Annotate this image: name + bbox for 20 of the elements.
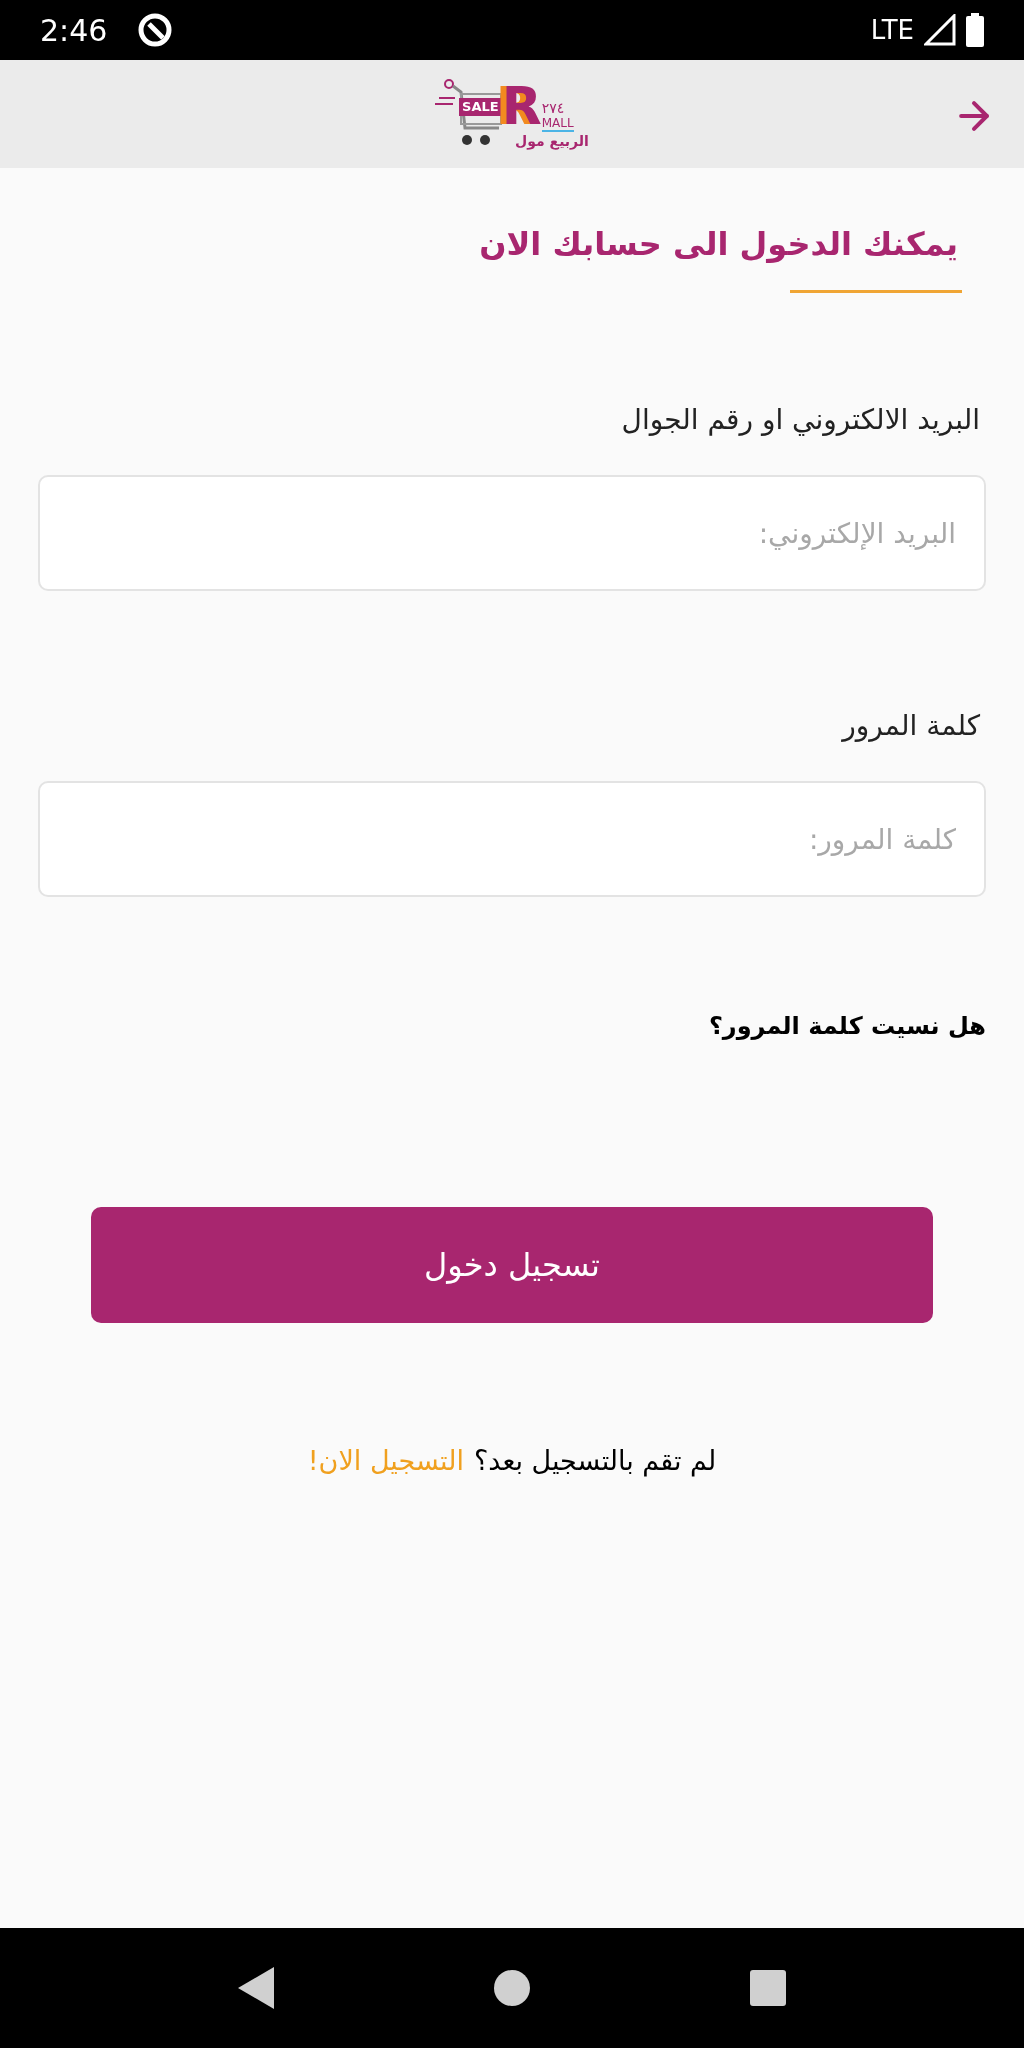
home-icon[interactable] xyxy=(494,1970,530,2006)
password-field[interactable]: كلمة المرور: xyxy=(38,781,986,897)
status-time: 2:46 xyxy=(40,11,108,50)
page-title: يمكنك الدخول الى حسابك الان xyxy=(478,224,959,265)
signal-icon xyxy=(924,14,956,46)
network-label: LTE xyxy=(870,13,914,47)
logo-sale-text: SALE xyxy=(459,98,502,116)
field-label: كلمة المرور xyxy=(840,708,980,744)
logo-mall-text: MALL xyxy=(541,116,574,132)
signup-prompt: لم تقم بالتسجيل بعد؟ xyxy=(473,1444,717,1479)
logo-digits: ٢٧٤ xyxy=(541,100,565,116)
login-button[interactable]: تسجيل دخول xyxy=(91,1207,933,1323)
logo-arabic-name: الربيع مول xyxy=(515,132,589,150)
logo-letter: R xyxy=(501,80,542,132)
back-icon[interactable] xyxy=(238,1967,274,2009)
field-label: البريد الالكتروني او رقم الجوال xyxy=(620,402,980,438)
email-field[interactable]: البريد الإلكتروني: xyxy=(38,475,986,591)
forgot-password-link[interactable]: هل نسيت كلمة المرور؟ xyxy=(708,1008,986,1044)
notification-icon xyxy=(137,12,174,48)
battery-icon xyxy=(966,13,984,47)
